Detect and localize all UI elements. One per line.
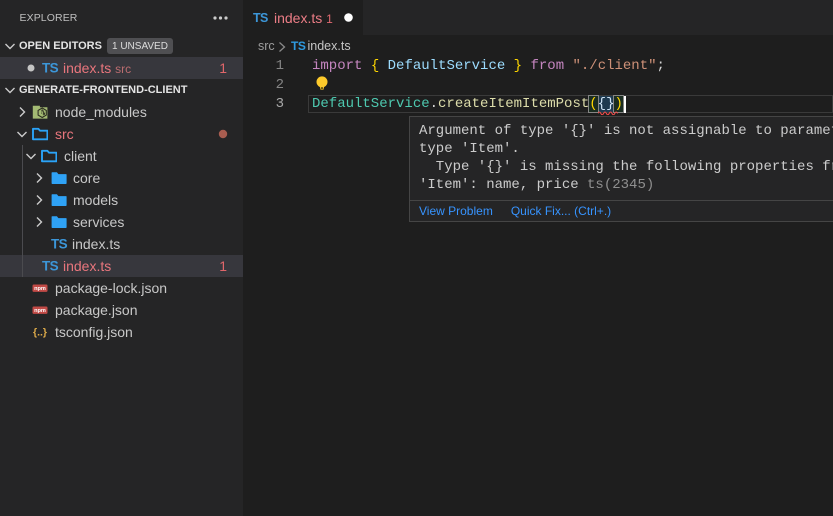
svg-text:npm: npm (34, 308, 46, 314)
svg-text:npm: npm (34, 286, 46, 292)
svg-text:{..}: {..} (33, 327, 47, 339)
